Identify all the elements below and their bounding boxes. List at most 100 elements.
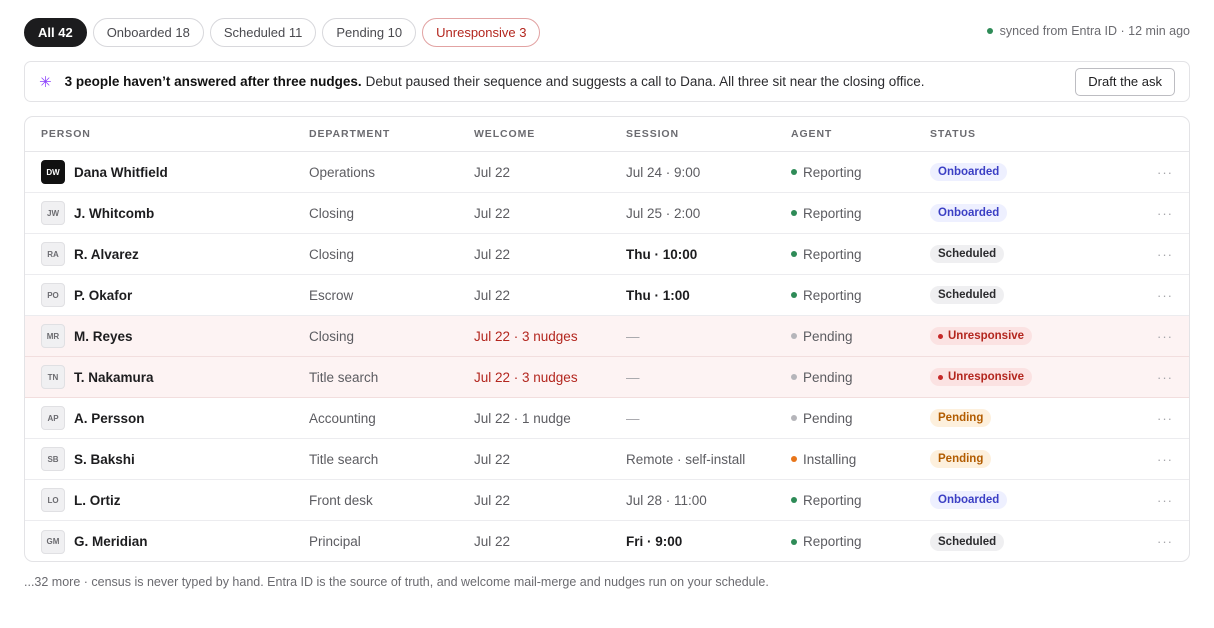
table-row[interactable]: MR M. Reyes Closing Jul 22 · 3 nudges — P…: [25, 316, 1189, 357]
avatar: TN: [41, 365, 65, 389]
more-options-icon[interactable]: ···: [1157, 193, 1173, 233]
agent-status-dot-icon: [791, 251, 797, 257]
session-cell: Fri · 9:00: [626, 534, 683, 549]
agent-cell: Reporting: [803, 492, 862, 508]
draft-the-ask-button[interactable]: Draft the ask: [1075, 67, 1175, 96]
person-name[interactable]: L. Ortiz: [74, 493, 121, 508]
avatar: PO: [41, 283, 65, 307]
agent-cell: Reporting: [803, 246, 862, 262]
agent-status-dot-icon: [791, 333, 797, 339]
welcome-cell: Jul 22: [474, 246, 511, 262]
more-options-icon[interactable]: ···: [1157, 275, 1173, 315]
more-options-icon[interactable]: ···: [1157, 398, 1173, 438]
alert-dot-icon: [938, 374, 943, 380]
banner-headline: 3 people haven’t answered after three nu…: [64, 74, 362, 89]
table-row[interactable]: PO P. Okafor Escrow Jul 22 Thu · 1:00 Rep…: [25, 275, 1189, 316]
status-badge: Pending: [930, 450, 992, 468]
session-cell: Thu · 10:00: [626, 246, 698, 262]
status-badge-label: Unresponsive: [948, 371, 1025, 383]
department-cell: Front desk: [309, 492, 373, 508]
person-name[interactable]: S. Bakshi: [74, 452, 135, 467]
more-options-icon[interactable]: ···: [1157, 521, 1173, 561]
person-name[interactable]: A. Persson: [74, 411, 145, 426]
filter-chip-scheduled[interactable]: Scheduled 11: [209, 18, 317, 47]
status-badge: Scheduled: [930, 286, 1005, 304]
column-header-welcome[interactable]: WELCOME: [474, 117, 535, 151]
person-name[interactable]: T. Nakamura: [74, 370, 154, 385]
column-header-session[interactable]: SESSION: [626, 117, 679, 151]
department-cell: Escrow: [309, 287, 354, 303]
alert-dot-icon: [938, 333, 943, 339]
welcome-cell: Jul 22: [474, 287, 511, 303]
table-row[interactable]: AP A. Persson Accounting Jul 22 · 1 nudge…: [25, 398, 1189, 439]
session-cell: Jul 28 · 11:00: [626, 492, 707, 508]
filter-chip-onboarded[interactable]: Onboarded 18: [92, 18, 204, 47]
column-header-status[interactable]: STATUS: [930, 117, 976, 151]
filter-chip-unresponsive[interactable]: Unresponsive 3: [422, 18, 541, 47]
status-badge-label: Unresponsive: [948, 330, 1025, 342]
welcome-cell: Jul 22 · 3 nudges: [474, 369, 578, 385]
welcome-cell: Jul 22: [474, 534, 511, 549]
person-name[interactable]: J. Whitcomb: [74, 206, 154, 221]
agent-status-dot-icon: [791, 456, 797, 462]
person-name[interactable]: G. Meridian: [74, 534, 148, 549]
session-cell: Jul 24 · 9:00: [626, 164, 701, 180]
person-name[interactable]: M. Reyes: [74, 329, 133, 344]
agent-cell: Reporting: [803, 534, 862, 549]
session-cell: Jul 25 · 2:00: [626, 205, 701, 221]
sync-status-text: synced from Entra ID · 12 min ago: [999, 24, 1190, 38]
person-name[interactable]: R. Alvarez: [74, 247, 139, 262]
status-badge: Unresponsive: [930, 368, 1033, 386]
welcome-cell: Jul 22: [474, 451, 511, 467]
welcome-cell: Jul 22: [474, 205, 511, 221]
filter-chip-pending[interactable]: Pending 10: [322, 18, 417, 47]
more-options-icon[interactable]: ···: [1157, 152, 1173, 192]
table-row[interactable]: GM G. Meridian Principal Jul 22 Fri · 9:0…: [25, 521, 1189, 561]
more-options-icon[interactable]: ···: [1157, 357, 1173, 397]
agent-cell: Pending: [803, 328, 853, 344]
status-badge: Scheduled: [930, 245, 1005, 263]
agent-cell: Reporting: [803, 164, 862, 180]
status-badge: Onboarded: [930, 163, 1008, 181]
table-row[interactable]: RA R. Alvarez Closing Jul 22 Thu · 10:00 …: [25, 234, 1189, 275]
more-options-icon[interactable]: ···: [1157, 316, 1173, 356]
welcome-cell: Jul 22: [474, 492, 511, 508]
agent-cell: Pending: [803, 369, 853, 385]
table-row[interactable]: LO L. Ortiz Front desk Jul 22 Jul 28 · 11…: [25, 480, 1189, 521]
agent-status-dot-icon: [791, 538, 797, 545]
more-options-icon[interactable]: ···: [1157, 439, 1173, 479]
session-cell: —: [626, 410, 640, 426]
agent-status-dot-icon: [791, 210, 797, 216]
table-row[interactable]: DW Dana Whitfield Operations Jul 22 Jul 2…: [25, 152, 1189, 193]
avatar: RA: [41, 242, 65, 266]
column-header-department[interactable]: DEPARTMENT: [309, 117, 390, 151]
department-cell: Title search: [309, 451, 379, 467]
table-header: PERSON DEPARTMENT WELCOME SESSION AGENT …: [25, 117, 1189, 152]
welcome-cell: Jul 22 · 1 nudge: [474, 410, 571, 426]
column-header-person[interactable]: PERSON: [41, 117, 91, 151]
person-name[interactable]: P. Okafor: [74, 288, 132, 303]
avatar: GM: [41, 529, 65, 554]
more-options-icon[interactable]: ···: [1157, 480, 1173, 520]
table-row[interactable]: JW J. Whitcomb Closing Jul 22 Jul 25 · 2:…: [25, 193, 1189, 234]
agent-cell: Pending: [803, 410, 853, 426]
sparkle-icon: ✳: [39, 73, 52, 91]
agent-status-dot-icon: [791, 497, 797, 503]
department-cell: Closing: [309, 328, 355, 344]
table-row[interactable]: TN T. Nakamura Title search Jul 22 · 3 nu…: [25, 357, 1189, 398]
column-header-agent[interactable]: AGENT: [791, 117, 832, 151]
session-cell: Thu · 1:00: [626, 287, 690, 303]
agent-status-dot-icon: [791, 374, 797, 380]
agent-cell: Installing: [803, 451, 857, 467]
status-badge: Onboarded: [930, 491, 1008, 509]
people-table: PERSON DEPARTMENT WELCOME SESSION AGENT …: [24, 116, 1190, 562]
welcome-cell: Jul 22: [474, 164, 511, 180]
session-cell: Remote · self-install: [626, 451, 746, 467]
avatar: SB: [41, 447, 65, 471]
more-options-icon[interactable]: ···: [1157, 234, 1173, 274]
avatar: LO: [41, 488, 65, 512]
filter-chip-all[interactable]: All 42: [24, 18, 87, 47]
avatar: AP: [41, 406, 65, 430]
table-row[interactable]: SB S. Bakshi Title search Jul 22 Remote ·…: [25, 439, 1189, 480]
person-name[interactable]: Dana Whitfield: [74, 165, 168, 180]
